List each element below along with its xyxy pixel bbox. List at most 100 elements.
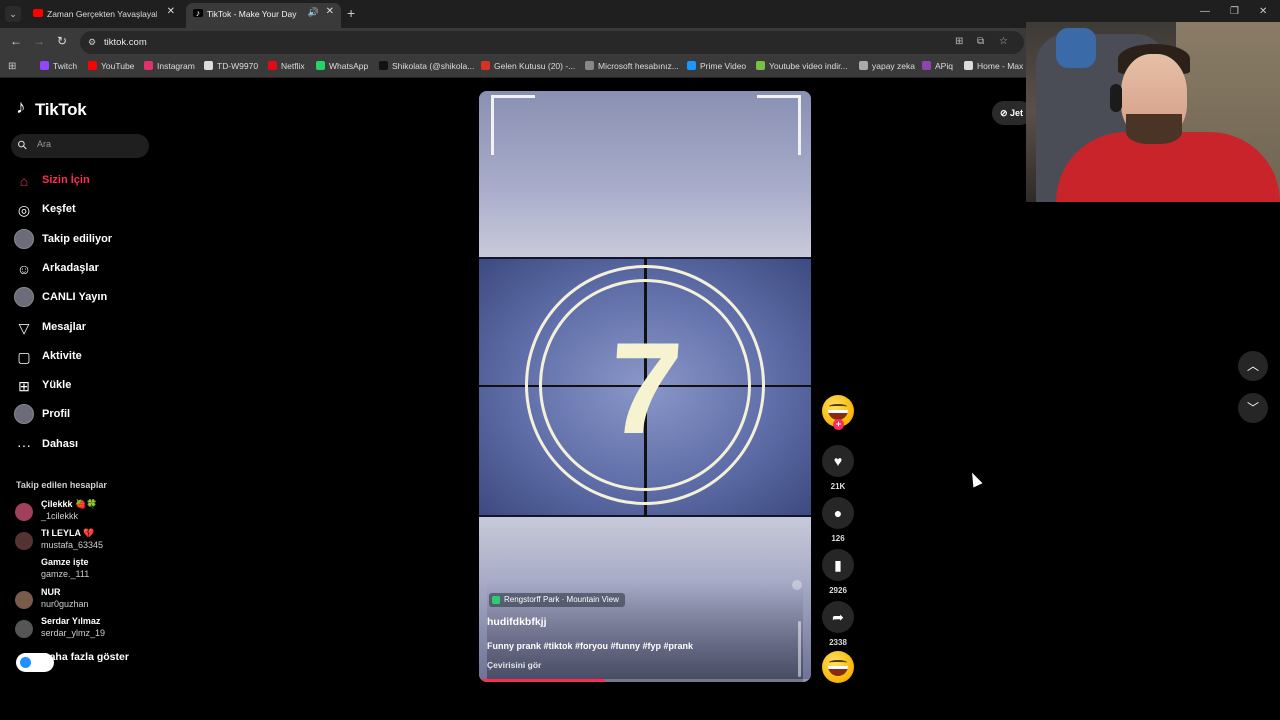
install-app-icon[interactable]: ⧉: [977, 36, 984, 47]
video-player[interactable]: 7 Rengstorff Park · Mountain View hudifd…: [479, 91, 811, 682]
forward-icon[interactable]: →: [33, 34, 45, 48]
bookmark-label: Instagram: [157, 61, 195, 71]
bookmark-icon[interactable]: ▮: [822, 549, 854, 581]
share-icon[interactable]: ➦: [822, 601, 854, 633]
share-action[interactable]: ➦ 2338: [822, 601, 854, 647]
home-icon: ⌂: [19, 173, 29, 189]
tab-tiktok[interactable]: ♪ TikTok - Make Your Day 🔊 ✕: [186, 3, 341, 28]
sidebar-item-label: Dahası: [42, 437, 79, 450]
sidebar-item-1[interactable]: ⌂ Sizin İçin: [14, 170, 204, 192]
video-progress-bar[interactable]: [479, 679, 811, 682]
page-icon: [204, 61, 213, 70]
share-count: 2338: [829, 638, 847, 647]
bookmark-5[interactable]: Netflix: [268, 61, 305, 71]
apps-grid-icon[interactable]: ⊞: [8, 61, 16, 72]
sidebar-item-3[interactable]: Takip ediliyor: [14, 228, 204, 251]
save-action[interactable]: ▮ 2926: [822, 549, 854, 595]
avatar: [15, 561, 33, 580]
bookmark-4[interactable]: TD-W9970: [204, 61, 258, 71]
video-author[interactable]: hudifdkbfkjj: [487, 616, 547, 628]
gmail-icon: [481, 61, 490, 70]
bookmark-6[interactable]: WhatsApp: [316, 61, 368, 71]
avatar: [15, 532, 33, 551]
bookmark-8[interactable]: Gelen Kutusu (20) -...: [481, 61, 575, 71]
url-text[interactable]: tiktok.com: [104, 37, 147, 48]
sidebar-item-10[interactable]: ··· Dahası: [14, 434, 204, 456]
video-caption[interactable]: Funny prank #tiktok #foryou #funny #fyp …: [487, 641, 693, 651]
sidebar-item-2[interactable]: ◎ Keşfet: [14, 199, 204, 221]
location-tag[interactable]: Rengstorff Park · Mountain View: [489, 593, 625, 607]
sidebar-item-label: Yükle: [42, 379, 72, 392]
following-accounts-title: Takip edilen hesaplar: [16, 480, 107, 490]
next-video-button[interactable]: ﹀: [1238, 393, 1268, 423]
send-icon: ▽: [18, 319, 30, 336]
music-disc-icon[interactable]: [822, 651, 854, 683]
minimize-icon[interactable]: —: [1200, 6, 1210, 17]
creator-avatar[interactable]: +: [822, 395, 854, 430]
tab-title: Zaman Gerçekten Yavaşlayabilir: [47, 9, 157, 19]
follow-plus-icon[interactable]: +: [833, 419, 844, 430]
new-tab-button[interactable]: +: [347, 6, 355, 20]
followed-account[interactable]: Serdar Yılmaz serdar_ylmz_19: [15, 616, 215, 641]
bookmark-2[interactable]: YouTube: [88, 61, 134, 71]
sidebar-item-9[interactable]: Profil: [14, 404, 204, 426]
bookmark-label: YouTube: [101, 61, 135, 71]
tiktok-note-icon: ♪: [16, 97, 26, 118]
tab-youtube[interactable]: Zaman Gerçekten Yavaşlayabilir ✕: [26, 3, 182, 28]
tab-search-icon[interactable]: ⌄: [5, 6, 21, 22]
speaker-icon[interactable]: 🔊: [308, 7, 319, 18]
bookmark-label: yapay zeka: [872, 61, 915, 71]
bookmark-11[interactable]: Youtube video indir...: [756, 61, 848, 71]
instagram-icon: [144, 61, 153, 70]
back-icon[interactable]: ←: [10, 34, 22, 48]
comment-icon[interactable]: ●: [822, 497, 854, 529]
sidebar-item-5[interactable]: CANLI Yayın: [14, 287, 204, 309]
followed-account[interactable]: Gamze işte gamze._111: [15, 557, 215, 582]
like-action[interactable]: ♥ 21K: [822, 445, 854, 491]
bookmark-3[interactable]: Instagram: [144, 61, 195, 71]
sidebar-item-7[interactable]: ▢ Aktivite: [14, 346, 204, 368]
caption-scrollbar[interactable]: [798, 621, 801, 677]
account-name: Tł LEYLA 💔: [41, 528, 95, 539]
restore-icon[interactable]: ❐: [1230, 6, 1239, 17]
heart-icon[interactable]: ♥: [822, 445, 854, 477]
sidebar-item-6[interactable]: ▽ Mesajlar: [14, 317, 204, 339]
close-tab-icon[interactable]: ✕: [167, 6, 175, 17]
webcam-overlay: [1026, 22, 1280, 202]
bookmark-14[interactable]: Home - Max: [964, 61, 1023, 71]
bookmark-label: Youtube video indir...: [769, 61, 848, 71]
get-app-label: Jet: [1010, 108, 1024, 118]
site-info-icon[interactable]: ⚙: [88, 37, 96, 48]
bookmark-label: WhatsApp: [329, 61, 369, 71]
sidebar-item-4[interactable]: ☺ Arkadaşlar: [14, 258, 204, 280]
account-name: Çilekkk 🍓🍀: [41, 499, 98, 509]
bookmark-1[interactable]: Twitch: [40, 61, 77, 71]
bookmark-13[interactable]: APiq: [922, 61, 953, 71]
frame-corner-left: [491, 95, 535, 155]
followed-account[interactable]: NUR nur0guzhan: [15, 587, 215, 612]
previous-video-button[interactable]: ︿: [1238, 351, 1268, 381]
bookmark-7[interactable]: Shikolata (@shikola...: [379, 61, 474, 71]
close-tab-icon[interactable]: ✕: [326, 6, 334, 17]
close-window-icon[interactable]: ✕: [1259, 6, 1267, 17]
comment-action[interactable]: ● 126: [822, 497, 854, 543]
search-input[interactable]: [37, 139, 137, 149]
bookmark-9[interactable]: Microsoft hesabınız...: [585, 61, 679, 71]
bookmark-label: Netflix: [281, 61, 305, 71]
see-translation-link[interactable]: Çevirisini gör: [487, 660, 541, 670]
followed-account[interactable]: Tł LEYLA 💔 mustafa_63345: [15, 528, 215, 553]
sidebar-item-label: CANLI Yayın: [42, 291, 108, 304]
tiktok-icon: ♪: [193, 9, 203, 18]
search-bar[interactable]: ⚲: [11, 134, 149, 158]
bookmark-10[interactable]: Prime Video: [687, 61, 746, 71]
address-bar[interactable]: ⚙ tiktok.com ⊞ ⧉ ☆: [80, 31, 1024, 54]
translate-icon[interactable]: ⊞: [955, 36, 963, 47]
reload-icon[interactable]: ↻: [57, 34, 67, 48]
sidebar-item-8[interactable]: ⊞ Yükle: [14, 375, 204, 397]
bookmark-label: Microsoft hesabınız...: [598, 61, 679, 71]
bookmark-star-icon[interactable]: ☆: [999, 36, 1008, 47]
sidebar-item-label: Sizin İçin: [42, 174, 90, 186]
bookmark-12[interactable]: yapay zeka: [859, 61, 915, 71]
followed-account[interactable]: Çilekkk 🍓🍀 _1cilekkk: [15, 499, 215, 524]
like-count: 21K: [830, 482, 846, 491]
